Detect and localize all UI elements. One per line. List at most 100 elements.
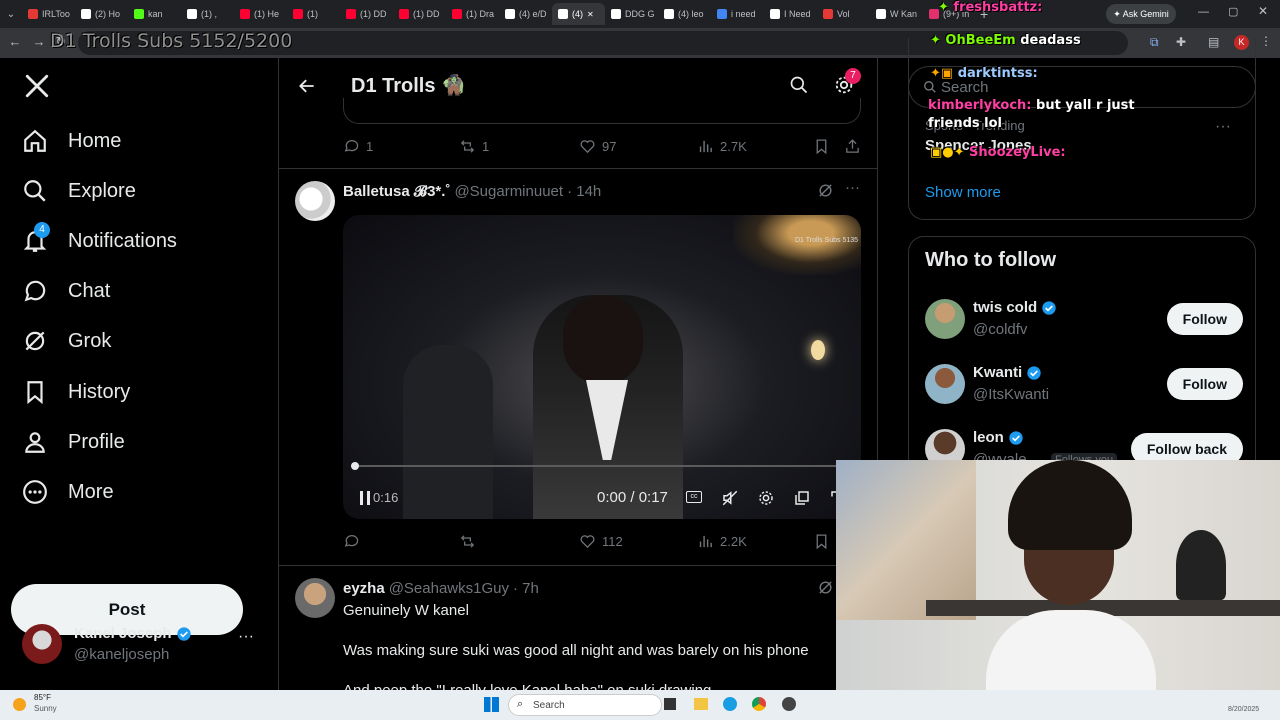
views-button[interactable]: 2.2K — [697, 533, 747, 550]
browser-tab[interactable]: (1) — [287, 3, 340, 25]
account-switcher[interactable]: Kanel Joseph @kaneljoseph ··· — [22, 622, 262, 672]
browser-tab[interactable]: W Kan — [870, 3, 923, 25]
views-button[interactable]: 2.7K — [697, 138, 747, 155]
app-icon[interactable] — [782, 697, 796, 711]
suggestion-handle: @ItsKwanti — [973, 386, 1050, 403]
show-more-link[interactable]: Show more — [925, 184, 1001, 201]
chat-text: deadass — [1020, 33, 1081, 48]
file-explorer-icon[interactable] — [694, 698, 708, 710]
browser-tab[interactable]: (1) DD — [340, 3, 393, 25]
repost-icon — [460, 535, 475, 548]
reply-button[interactable] — [343, 533, 360, 550]
windows-start-icon[interactable] — [484, 697, 499, 712]
browser-tab[interactable]: I Need — [764, 3, 817, 25]
taskbar-search-placeholder: Search — [533, 700, 565, 711]
share-icon[interactable] — [844, 138, 861, 155]
browser-tab[interactable]: (1) DD — [393, 3, 446, 25]
post-author-name[interactable]: Balletusa 𝓑3*.˚ — [343, 183, 450, 200]
nav-history[interactable]: History — [22, 379, 130, 405]
pip-icon[interactable] — [793, 489, 811, 507]
post-author-avatar[interactable] — [295, 578, 335, 618]
browser-tab[interactable]: IRLToo — [22, 3, 75, 25]
chrome-icon[interactable] — [752, 697, 766, 711]
post-more-icon[interactable]: ··· — [845, 179, 860, 196]
muted-speaker-icon[interactable] — [721, 489, 739, 507]
like-button[interactable]: 112 — [579, 533, 623, 550]
captions-icon[interactable]: cc — [686, 491, 702, 503]
edge-icon[interactable] — [723, 697, 737, 711]
follow-suggestion[interactable]: Kwanti @ItsKwanti Follow — [925, 364, 1243, 414]
back-arrow-icon[interactable] — [297, 76, 317, 96]
post[interactable]: Balletusa 𝓑3*.˚ @Sugarminuuet · 14h ··· … — [279, 169, 877, 565]
browser-tab[interactable]: i need — [711, 3, 764, 25]
nav-history-label: History — [68, 380, 131, 403]
video-settings-gear-icon[interactable] — [757, 489, 775, 507]
nav-home[interactable]: Home — [22, 128, 121, 154]
nav-grok[interactable]: Grok — [22, 328, 111, 354]
pause-icon[interactable] — [359, 491, 371, 505]
tab-list-dropdown-icon[interactable]: ⌄ — [0, 9, 22, 20]
browser-tab[interactable]: (1) , — [181, 3, 234, 25]
x-logo-icon[interactable] — [24, 73, 50, 99]
tab-label: (1) — [307, 9, 318, 19]
video-progress-track[interactable] — [351, 465, 853, 467]
maximize-button[interactable]: ▢ — [1228, 5, 1238, 18]
search-icon[interactable] — [789, 75, 809, 95]
follow-button[interactable]: Follow — [1166, 368, 1243, 400]
views-count: 2.7K — [720, 139, 747, 154]
follow-button[interactable]: Follow — [1166, 303, 1243, 335]
browser-tab[interactable]: (4) ✕ — [552, 3, 605, 25]
browser-tab[interactable]: (1) Dra — [446, 3, 499, 25]
suggestion-name[interactable]: leon — [973, 429, 1024, 446]
close-window-button[interactable]: ✕ — [1258, 4, 1268, 18]
post-time[interactable]: · 14h — [567, 183, 601, 200]
nav-notifications[interactable]: 4 Notifications — [22, 222, 177, 254]
account-more-icon[interactable]: ··· — [238, 628, 254, 646]
browser-menu-icon[interactable]: ⋮ — [1260, 34, 1272, 48]
post-header: Balletusa 𝓑3*.˚ @Sugarminuuet · 14h — [343, 183, 601, 200]
post[interactable]: eyzha @Seahawks1Guy · 7h Genuinely W kan… — [279, 566, 877, 690]
browser-tab[interactable]: Vol — [817, 3, 870, 25]
follow-suggestion[interactable]: twis cold @coldfv Follow — [925, 299, 1243, 349]
nav-chat[interactable]: Chat — [22, 278, 110, 304]
forward-arrow-icon[interactable]: → — [28, 34, 50, 49]
video-progress-knob[interactable] — [351, 462, 359, 470]
browser-tab[interactable]: DDG G — [605, 3, 658, 25]
suggestion-avatar[interactable] — [925, 364, 965, 404]
nav-profile[interactable]: Profile — [22, 429, 125, 455]
chat-username: darktintss: — [957, 66, 1038, 81]
reply-icon — [344, 140, 359, 152]
task-view-icon[interactable] — [664, 698, 676, 710]
post-author-handle[interactable]: @Seahawks1Guy — [389, 580, 509, 597]
reply-button[interactable]: 1 — [343, 138, 373, 155]
main-column: D1 Trolls 🧌 7 1 1 97 2.7K Balletusa 𝓑3*.… — [278, 58, 878, 690]
close-tab-icon[interactable]: ✕ — [587, 10, 594, 19]
browser-tab[interactable]: (4) leo — [658, 3, 711, 25]
verified-badge-icon — [1009, 430, 1023, 445]
browser-tab[interactable]: kan — [128, 3, 181, 25]
suggestion-name[interactable]: twis cold — [973, 299, 1057, 316]
browser-tab[interactable]: (2) Ho — [75, 3, 128, 25]
suggestion-name[interactable]: Kwanti — [973, 364, 1042, 381]
grok-icon[interactable] — [817, 579, 834, 596]
weather-temp[interactable]: 85°F — [34, 693, 51, 702]
grok-icon[interactable] — [817, 182, 834, 199]
browser-tab[interactable]: (1) He — [234, 3, 287, 25]
taskbar-search[interactable]: ⌕ Search — [508, 694, 662, 716]
post-author-name[interactable]: eyzha — [343, 580, 385, 597]
repost-button[interactable]: 1 — [459, 138, 489, 155]
like-button[interactable]: 97 — [579, 138, 616, 155]
back-arrow-icon[interactable]: ← — [4, 34, 26, 49]
browser-tab[interactable]: (4) e/D — [499, 3, 552, 25]
post-time[interactable]: · 7h — [513, 580, 539, 597]
repost-button[interactable] — [459, 533, 476, 550]
bookmark-icon[interactable] — [813, 533, 830, 550]
bookmark-icon[interactable] — [813, 138, 830, 155]
post-author-avatar[interactable] — [295, 181, 335, 221]
suggestion-avatar[interactable] — [925, 299, 965, 339]
nav-more[interactable]: More — [22, 479, 114, 505]
nav-explore[interactable]: Explore — [22, 178, 136, 204]
post-author-handle[interactable]: @Sugarminuuet — [454, 183, 563, 200]
repost-icon — [460, 140, 475, 153]
video-player[interactable]: D1 Trolls Subs 5135 0:16 0:00 / 0:17 cc — [343, 215, 861, 519]
